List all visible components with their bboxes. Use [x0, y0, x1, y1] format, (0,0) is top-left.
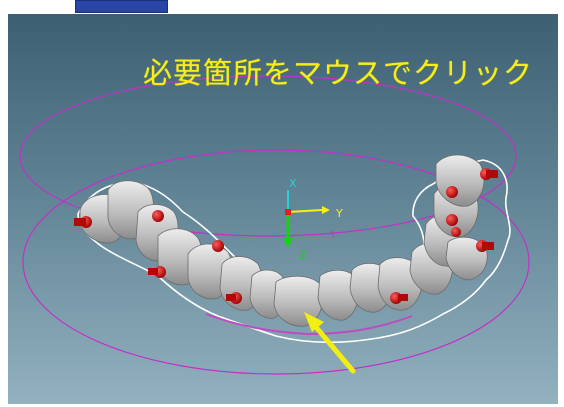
axis-z-label: Z [299, 249, 307, 262]
attachment-pin[interactable] [446, 186, 458, 198]
header-strip [0, 0, 564, 14]
axis-gizmo [283, 190, 335, 248]
attachment-pin[interactable] [446, 214, 458, 226]
attachment-pin[interactable] [152, 210, 164, 222]
axis-y-label: Y [336, 207, 343, 220]
axis-x-label: X [289, 177, 297, 190]
attachment-pin[interactable] [148, 266, 166, 278]
header-tab[interactable] [75, 0, 168, 13]
attachment-pin[interactable] [451, 227, 461, 237]
instruction-text: 必要箇所をマウスでクリック [143, 56, 534, 90]
attachment-pin[interactable] [212, 240, 224, 252]
attachment-pin[interactable] [480, 168, 498, 180]
attachment-pin[interactable] [476, 240, 494, 252]
3d-viewport[interactable]: 必要箇所をマウスでクリック X Y Z [8, 14, 558, 404]
dental-arch[interactable] [79, 154, 488, 327]
attachment-pin[interactable] [74, 216, 92, 228]
